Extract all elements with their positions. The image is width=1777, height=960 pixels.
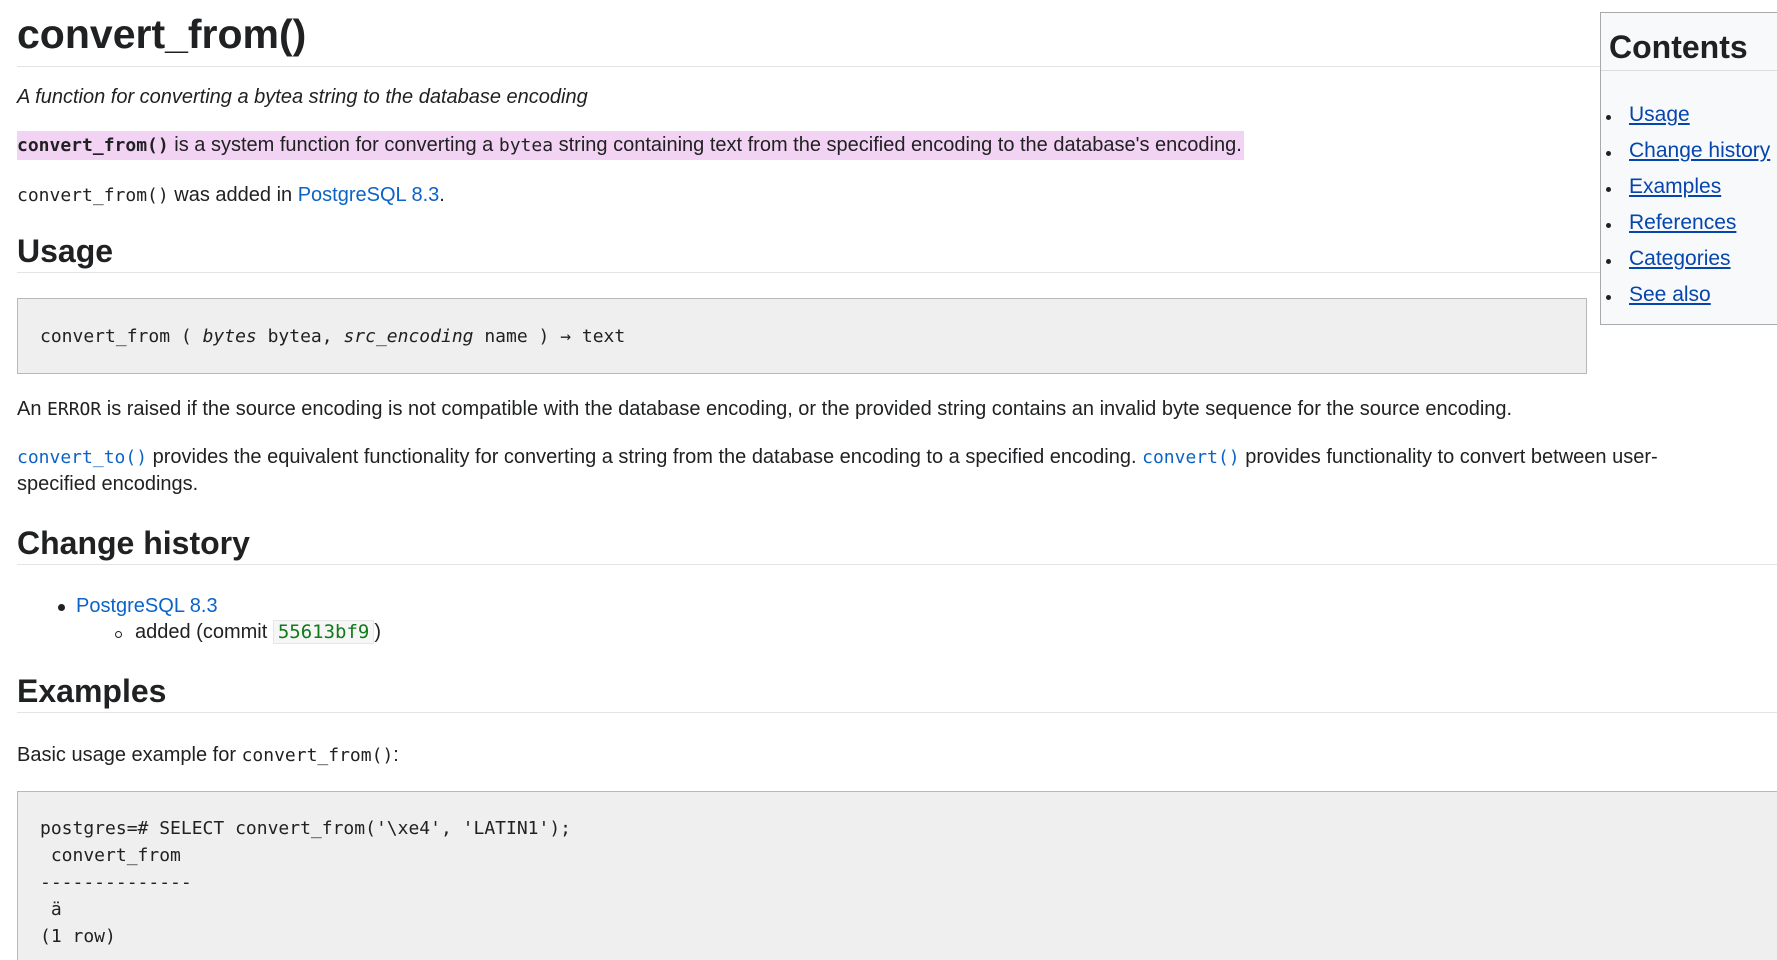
toc-link-change-history[interactable]: Change history bbox=[1629, 139, 1770, 162]
toc-item-change-history: Change history bbox=[1629, 137, 1770, 165]
signature-return: name ) → text bbox=[473, 326, 626, 347]
examples-intro-text: Basic usage example for bbox=[17, 744, 242, 766]
toc-item-references: References bbox=[1629, 209, 1736, 237]
lead-text-2: string containing text from the specifie… bbox=[553, 134, 1242, 156]
error-text-2: is raised if the source encoding is not … bbox=[101, 398, 1513, 420]
usage-heading: Usage bbox=[17, 233, 114, 269]
title-divider bbox=[17, 66, 1777, 67]
added-function-code: convert_from() bbox=[17, 185, 169, 206]
change-history-heading: Change history bbox=[17, 525, 250, 561]
toc-link-examples[interactable]: Examples bbox=[1629, 175, 1721, 198]
added-end: . bbox=[439, 184, 445, 206]
table-of-contents: Contents Usage Change history Examples R… bbox=[1600, 12, 1777, 325]
history-commit-hash[interactable]: 55613bf9 bbox=[272, 620, 375, 644]
signature-line: convert_from ( bytes bytea, src_encoding… bbox=[40, 325, 625, 349]
examples-intro: Basic usage example for convert_from(): bbox=[17, 742, 399, 769]
related-text-1: provides the equivalent functionality fo… bbox=[147, 446, 1143, 468]
related-paragraph: convert_to() provides the equivalent fun… bbox=[17, 444, 1777, 498]
added-text: was added in bbox=[168, 184, 298, 206]
toc-item-see-also: See also bbox=[1629, 281, 1711, 309]
examples-heading: Examples bbox=[17, 673, 167, 709]
toc-item-categories: Categories bbox=[1629, 245, 1731, 273]
signature-type-bytea: bytea, bbox=[256, 326, 344, 347]
error-paragraph: An ERROR is raised if the source encodin… bbox=[17, 396, 1512, 423]
toc-bullet bbox=[1606, 295, 1611, 300]
added-paragraph: convert_from() was added in PostgreSQL 8… bbox=[17, 182, 445, 209]
toc-link-categories[interactable]: Categories bbox=[1629, 247, 1731, 270]
lead-type-code: bytea bbox=[498, 135, 554, 156]
toc-item-usage: Usage bbox=[1629, 101, 1690, 129]
signature-box: convert_from ( bytes bytea, src_encoding… bbox=[17, 298, 1587, 374]
history-sub-bullet bbox=[115, 631, 122, 638]
usage-divider bbox=[17, 272, 1777, 273]
related-text-3: specified encodings. bbox=[17, 473, 199, 495]
lead-text-1: is a system function for converting a bbox=[168, 134, 499, 156]
signature-name: convert_from ( bbox=[40, 326, 203, 347]
history-note-suffix: ) bbox=[374, 621, 382, 643]
example-code-line: (1 row) bbox=[40, 926, 116, 947]
example-code-box: postgres=# SELECT convert_from('\xe4', '… bbox=[17, 791, 1777, 960]
example-code-line: -------------- bbox=[40, 872, 192, 893]
example-code-line: ä bbox=[40, 899, 62, 920]
toc-bullet bbox=[1606, 151, 1611, 156]
toc-divider bbox=[1601, 70, 1777, 71]
history-note: added (commit 55613bf9) bbox=[135, 619, 381, 646]
change-history-divider bbox=[17, 564, 1777, 565]
signature-arg-src-encoding: src_encoding bbox=[343, 326, 474, 347]
example-code-line: convert_from bbox=[40, 845, 181, 866]
toc-item-examples: Examples bbox=[1629, 173, 1721, 201]
related-text-2: provides functionality to convert betwee… bbox=[1239, 446, 1658, 468]
toc-bullet bbox=[1606, 187, 1611, 192]
toc-bullet bbox=[1606, 259, 1611, 264]
added-version-link[interactable]: PostgreSQL 8.3 bbox=[298, 184, 440, 206]
history-bullet bbox=[58, 604, 65, 611]
toc-link-see-also[interactable]: See also bbox=[1629, 283, 1711, 306]
error-text-1: An bbox=[17, 398, 48, 420]
examples-divider bbox=[17, 712, 1777, 713]
examples-intro-func: convert_from() bbox=[241, 745, 394, 766]
page-subtitle: A function for converting a bytea string… bbox=[17, 86, 588, 108]
toc-bullet bbox=[1606, 115, 1611, 120]
signature-arg-bytes: bytes bbox=[202, 326, 257, 347]
history-version-link[interactable]: PostgreSQL 8.3 bbox=[76, 593, 218, 620]
convert-link[interactable]: convert() bbox=[1142, 447, 1240, 468]
page: convert_from() A function for converting… bbox=[0, 0, 1777, 960]
lead-function-code: convert_from() bbox=[17, 135, 169, 156]
example-code-line: postgres=# SELECT convert_from('\xe4', '… bbox=[40, 818, 572, 839]
convert-to-link[interactable]: convert_to() bbox=[17, 447, 147, 468]
toc-title: Contents bbox=[1609, 29, 1748, 65]
examples-intro-end: : bbox=[393, 744, 399, 766]
toc-link-usage[interactable]: Usage bbox=[1629, 103, 1690, 126]
toc-bullet bbox=[1606, 223, 1611, 228]
history-note-prefix: added (commit bbox=[135, 621, 273, 643]
lead-paragraph: convert_from() is a system function for … bbox=[17, 131, 1244, 160]
page-title: convert_from() bbox=[17, 11, 307, 57]
toc-link-references[interactable]: References bbox=[1629, 211, 1736, 234]
error-code: ERROR bbox=[47, 399, 102, 420]
